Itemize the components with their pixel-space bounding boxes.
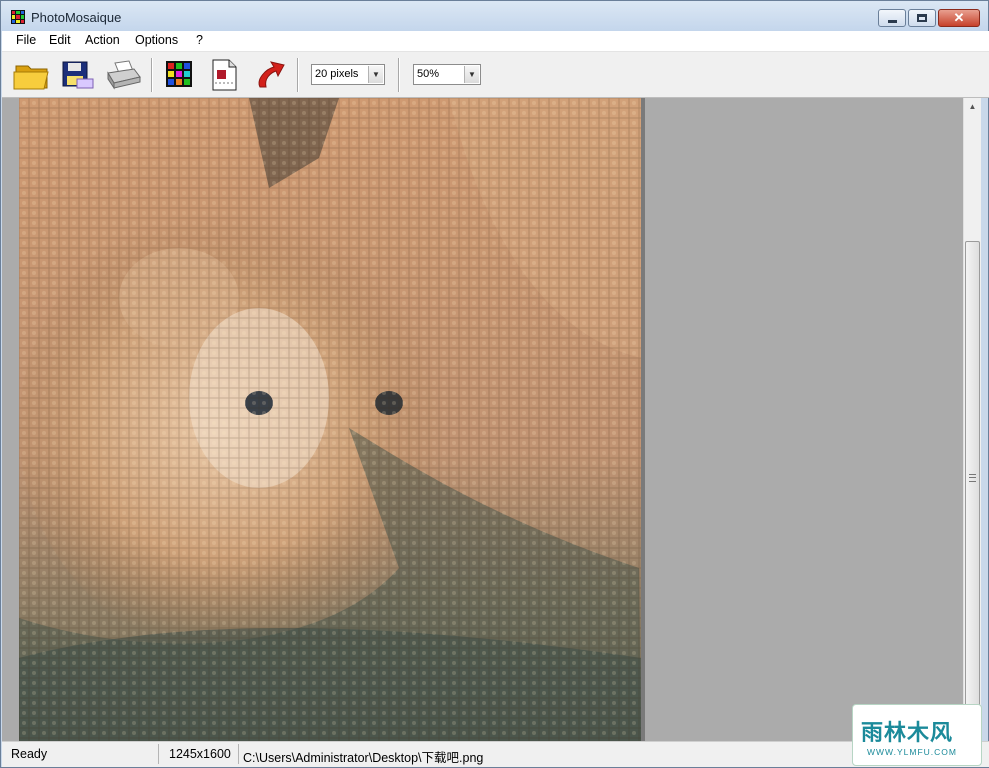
image-dimensions: 1245x1600 bbox=[169, 747, 231, 761]
chevron-down-icon[interactable]: ▼ bbox=[464, 66, 479, 83]
menu-options[interactable]: Options bbox=[135, 33, 178, 47]
minimize-button[interactable] bbox=[878, 9, 906, 27]
image-shadow bbox=[641, 98, 645, 741]
menu-bar: File Edit Action Options ? bbox=[2, 31, 989, 51]
mosaic-image[interactable] bbox=[19, 98, 641, 741]
open-button[interactable] bbox=[13, 57, 53, 93]
undo-button[interactable] bbox=[252, 57, 292, 93]
toolbar: 20 pixels ▼ 50% ▼ bbox=[2, 51, 989, 98]
save-disk-icon bbox=[62, 61, 94, 89]
undo-arrow-icon bbox=[258, 61, 285, 88]
watermark-logo: 雨林木风 WWW.YLMFU.COM bbox=[852, 704, 982, 766]
title-bar[interactable]: PhotoMosaique ✕ bbox=[1, 1, 988, 31]
document-button[interactable] bbox=[207, 57, 247, 93]
mosaic-button[interactable] bbox=[162, 57, 202, 93]
window-title: PhotoMosaique bbox=[31, 10, 122, 25]
open-folder-icon bbox=[13, 65, 49, 90]
status-text: Ready bbox=[11, 747, 48, 761]
zoom-select[interactable]: 50% ▼ bbox=[413, 64, 481, 85]
tile-size-value: 20 pixels bbox=[315, 68, 359, 80]
save-button[interactable] bbox=[59, 57, 99, 93]
file-path: C:\Users\Administrator\Desktop\下载吧.png bbox=[243, 751, 484, 765]
menu-file[interactable]: File bbox=[16, 33, 36, 47]
vertical-scrollbar[interactable]: ▲ ▼ bbox=[963, 98, 981, 741]
status-divider bbox=[158, 744, 159, 764]
canvas-area[interactable] bbox=[2, 98, 963, 741]
app-icon bbox=[11, 10, 25, 24]
close-button[interactable]: ✕ bbox=[938, 9, 980, 27]
tile-size-select[interactable]: 20 pixels ▼ bbox=[311, 64, 385, 85]
zoom-value: 50% bbox=[417, 68, 440, 80]
scroll-up-icon[interactable]: ▲ bbox=[964, 98, 981, 115]
scroll-thumb[interactable] bbox=[965, 241, 980, 721]
status-divider bbox=[238, 744, 239, 764]
toolbar-separator bbox=[297, 58, 299, 92]
maximize-button[interactable] bbox=[908, 9, 936, 27]
status-bar: Ready 1245x1600 C:\Users\Administrator\D… bbox=[2, 741, 989, 767]
print-button[interactable] bbox=[105, 57, 145, 93]
watermark-main: 雨林木风 bbox=[861, 720, 954, 745]
app-window: PhotoMosaique ✕ File Edit Action Options… bbox=[0, 0, 989, 768]
close-icon: ✕ bbox=[953, 10, 965, 25]
toolbar-separator bbox=[151, 58, 153, 92]
print-icon bbox=[107, 60, 141, 90]
maximize-icon bbox=[917, 14, 927, 22]
watermark-url: WWW.YLMFU.COM bbox=[867, 747, 957, 757]
color-grid-icon bbox=[166, 61, 192, 87]
menu-help[interactable]: ? bbox=[196, 33, 203, 47]
menu-action[interactable]: Action bbox=[85, 33, 120, 47]
document-icon bbox=[212, 59, 237, 91]
menu-edit[interactable]: Edit bbox=[49, 33, 71, 47]
toolbar-separator bbox=[398, 58, 400, 92]
minimize-icon bbox=[888, 20, 897, 23]
chevron-down-icon[interactable]: ▼ bbox=[368, 66, 383, 83]
grip-icon bbox=[969, 474, 976, 482]
